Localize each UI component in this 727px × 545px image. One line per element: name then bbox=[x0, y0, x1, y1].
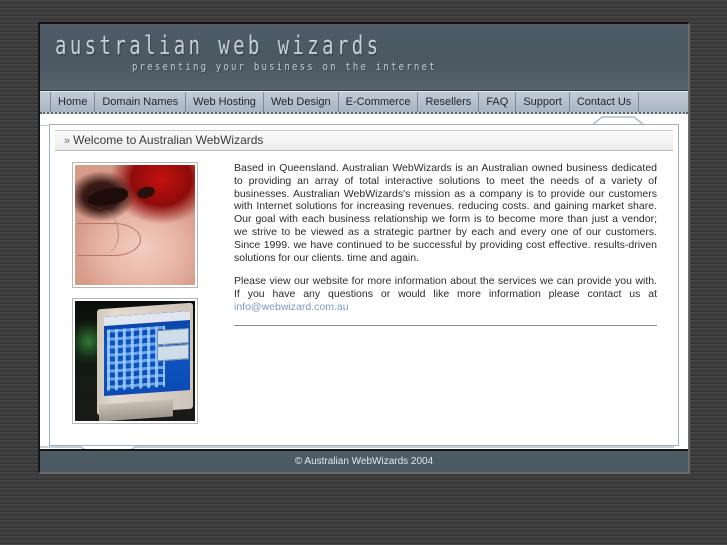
screen-dialog-2 bbox=[157, 344, 189, 362]
crt-monitor-image bbox=[75, 301, 195, 421]
panel-body: Based in Queensland. Australian WebWizar… bbox=[50, 151, 678, 445]
nav-item-e-commerce[interactable]: E-Commerce bbox=[339, 92, 419, 112]
nav-item-domain-names[interactable]: Domain Names bbox=[95, 92, 187, 112]
image-column bbox=[72, 162, 204, 445]
nav-item-faq[interactable]: FAQ bbox=[479, 92, 517, 112]
illustration-shape-curve-1 bbox=[77, 222, 141, 256]
nav-item-web-design[interactable]: Web Design bbox=[264, 92, 339, 112]
content-divider bbox=[234, 324, 657, 326]
chevron-right-icon: » bbox=[64, 135, 71, 147]
masthead: australian web wizards presenting your b… bbox=[40, 24, 688, 91]
email-link[interactable]: info@webwizard.com.au bbox=[234, 301, 349, 313]
nav-item-home[interactable]: Home bbox=[50, 92, 96, 112]
navigation-list: Home Domain Names Web Hosting Web Design… bbox=[50, 92, 688, 112]
contact-paragraph-text: Please view our website for more informa… bbox=[234, 275, 657, 301]
thumbnail-abstract-illustration bbox=[72, 162, 198, 288]
site-tagline: presenting your business on the internet bbox=[132, 62, 437, 74]
content-panel: » Welcome to Australian WebWizards Based… bbox=[49, 124, 679, 446]
footer: © Australian WebWizards 2004 bbox=[40, 449, 688, 472]
nav-item-resellers[interactable]: Resellers bbox=[418, 92, 480, 112]
illustration-shape-dark-2 bbox=[136, 184, 157, 200]
navigation-bar: Home Domain Names Web Hosting Web Design… bbox=[40, 91, 688, 114]
nav-item-contact-us[interactable]: Contact Us bbox=[570, 92, 640, 112]
illustration-shape-dark-1 bbox=[86, 185, 129, 208]
thumbnail-crt-monitor-photo bbox=[72, 298, 198, 424]
intro-paragraph: Based in Queensland. Australian WebWizar… bbox=[234, 162, 657, 264]
screen-data-grid bbox=[106, 325, 166, 392]
screen-dialog-1 bbox=[157, 328, 189, 346]
monitor-screen bbox=[103, 311, 191, 397]
page-title-text: Welcome to Australian WebWizards bbox=[73, 133, 264, 147]
abstract-illustration-image bbox=[75, 165, 195, 285]
site-logo: australian web wizards bbox=[55, 31, 382, 61]
nav-item-web-hosting[interactable]: Web Hosting bbox=[186, 92, 264, 112]
site-frame: australian web wizards presenting your b… bbox=[38, 22, 690, 474]
content-frame: » Welcome to Australian WebWizards Based… bbox=[40, 114, 688, 456]
contact-paragraph: Please view our website for more informa… bbox=[234, 275, 657, 313]
text-column: Based in Queensland. Australian WebWizar… bbox=[204, 162, 669, 445]
page-title: » Welcome to Australian WebWizards bbox=[55, 130, 673, 151]
copyright-text: © Australian WebWizards 2004 bbox=[294, 456, 434, 467]
nav-item-support[interactable]: Support bbox=[516, 92, 570, 112]
